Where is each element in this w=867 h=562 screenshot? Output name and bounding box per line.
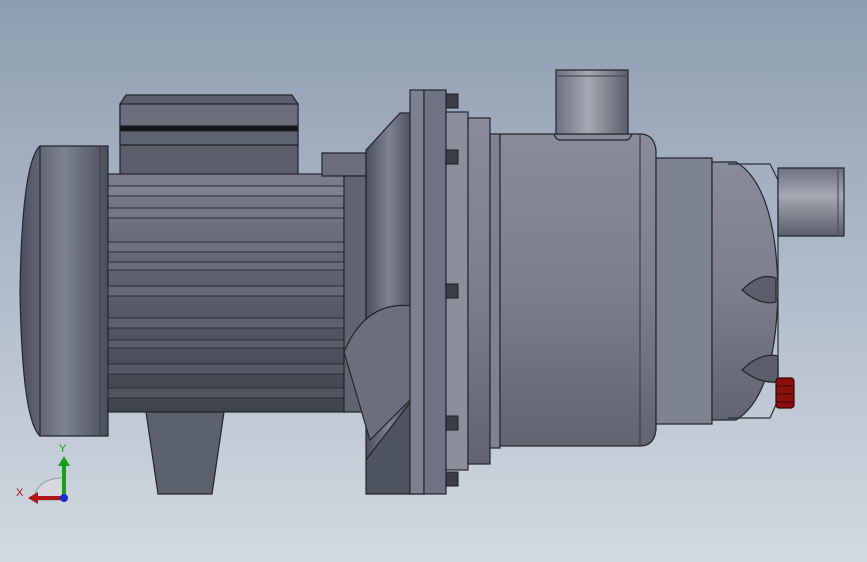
collar-rings	[467, 117, 501, 465]
coordinate-triad: Y X	[12, 440, 82, 510]
suction-pipe	[777, 167, 845, 237]
drain-plug	[775, 377, 795, 409]
flange-bolts	[445, 93, 459, 487]
motor-foot	[145, 411, 225, 495]
coordinate-triad-icon	[28, 456, 70, 504]
motor-body	[107, 173, 345, 413]
pump-housing	[499, 133, 657, 447]
terminal-box	[119, 94, 299, 177]
y-axis-label: Y	[59, 443, 67, 455]
flange	[409, 89, 469, 495]
motor-end-cap	[19, 145, 109, 437]
pump-head	[655, 157, 779, 425]
model-viewport[interactable]: Y X	[0, 0, 867, 562]
x-axis-label: X	[16, 487, 24, 499]
discharge-pipe	[553, 69, 633, 141]
pump-model[interactable]	[0, 0, 867, 562]
